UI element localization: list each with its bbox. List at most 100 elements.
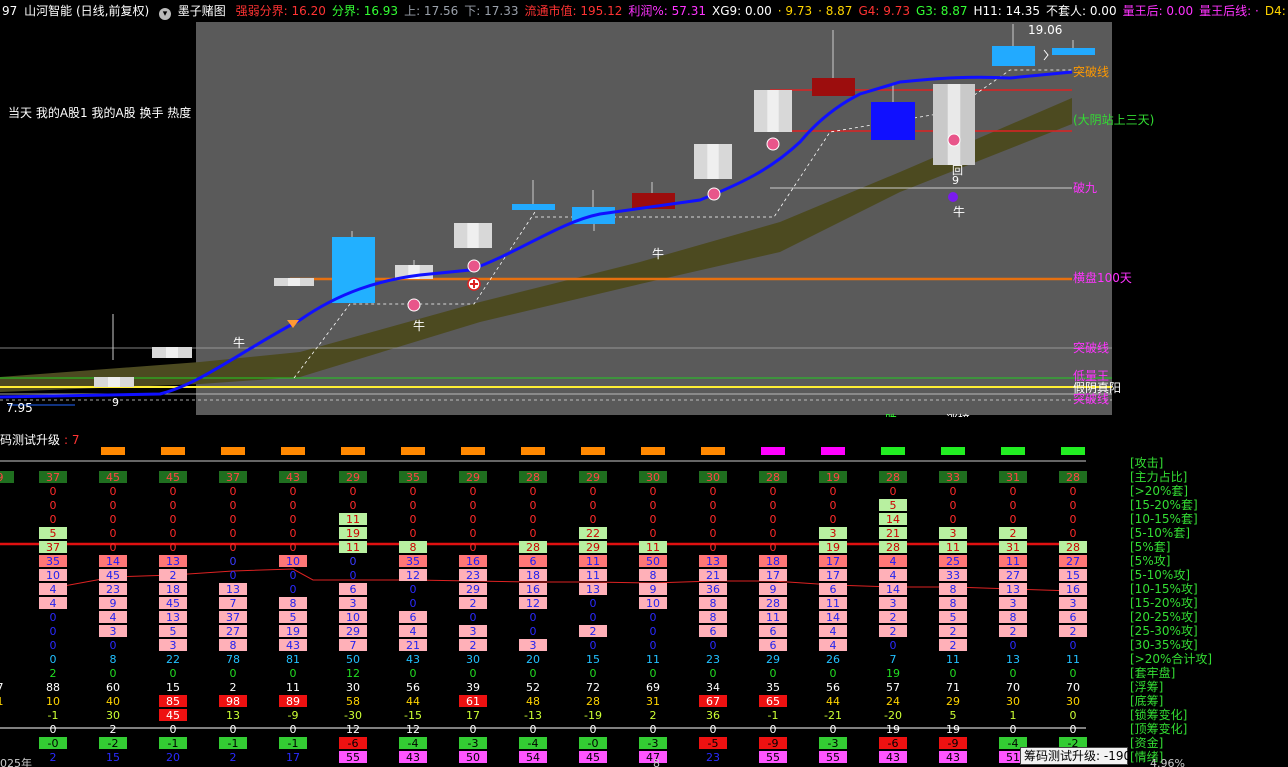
candle-5[interactable] bbox=[454, 223, 492, 248]
table-cell: -1 bbox=[159, 737, 187, 750]
row-label-16: [浮筹] bbox=[1130, 680, 1163, 694]
table-cell: 13 bbox=[579, 583, 607, 596]
svg-text:4: 4 bbox=[890, 569, 897, 582]
svg-text:0: 0 bbox=[590, 485, 597, 498]
svg-text:21: 21 bbox=[706, 569, 720, 582]
table-cell: 11 bbox=[1066, 653, 1080, 666]
header-value-15: D4: 8.33 bbox=[1264, 4, 1288, 18]
candle-11[interactable] bbox=[812, 78, 855, 96]
svg-text:-9: -9 bbox=[768, 737, 779, 750]
svg-text:13: 13 bbox=[226, 709, 240, 722]
candle-9[interactable] bbox=[694, 144, 732, 179]
candle-10[interactable] bbox=[754, 90, 792, 132]
svg-text:0: 0 bbox=[470, 667, 477, 680]
svg-text:6: 6 bbox=[530, 555, 537, 568]
table-cell: 0 bbox=[170, 485, 177, 498]
table-cell: 25 bbox=[939, 555, 967, 568]
table-cell: 0 bbox=[1010, 513, 1017, 526]
svg-text:0: 0 bbox=[1070, 499, 1077, 512]
candle-13[interactable] bbox=[933, 84, 975, 165]
formula-name[interactable]: 墨子赌图 bbox=[178, 4, 226, 18]
table-cell: 0 bbox=[530, 625, 537, 638]
svg-text:43: 43 bbox=[886, 751, 900, 764]
svg-text:15: 15 bbox=[586, 653, 600, 666]
stock-name[interactable]: 山河智能 bbox=[24, 4, 72, 18]
header-value-2: 上: 17.56 bbox=[404, 4, 459, 18]
svg-text:11: 11 bbox=[826, 597, 840, 610]
candle-6[interactable] bbox=[512, 204, 555, 210]
svg-text:17: 17 bbox=[286, 751, 300, 764]
candle-14[interactable] bbox=[992, 46, 1035, 66]
candle-12[interactable] bbox=[871, 102, 915, 140]
candle-15[interactable] bbox=[1052, 48, 1095, 55]
candle-1[interactable] bbox=[152, 347, 192, 358]
table-cell: 18 bbox=[759, 555, 787, 568]
table-cell: 3 bbox=[159, 639, 187, 652]
svg-text:0: 0 bbox=[290, 485, 297, 498]
table-cell: 11 bbox=[579, 569, 607, 582]
svg-text:60: 60 bbox=[106, 681, 120, 694]
svg-text:0: 0 bbox=[590, 499, 597, 512]
attack-marker bbox=[581, 447, 605, 455]
svg-text:29: 29 bbox=[466, 583, 480, 596]
table-cell: 10 bbox=[639, 597, 667, 610]
svg-text:0: 0 bbox=[650, 639, 657, 652]
svg-text:13: 13 bbox=[586, 583, 600, 596]
table-cell: 0 bbox=[110, 499, 117, 512]
svg-text:-19: -19 bbox=[584, 709, 602, 722]
svg-text:-1: -1 bbox=[168, 737, 179, 750]
candle-0[interactable] bbox=[94, 377, 134, 387]
chart-period[interactable]: (日线,前复权) bbox=[76, 4, 149, 18]
svg-text:0: 0 bbox=[470, 485, 477, 498]
svg-text:13: 13 bbox=[1006, 653, 1020, 666]
svg-text:6: 6 bbox=[830, 583, 837, 596]
table-cell: 13 bbox=[159, 611, 187, 624]
limit-up-badge: 涨榜 bbox=[946, 412, 970, 417]
svg-text:72: 72 bbox=[586, 681, 600, 694]
table-cell: 0 bbox=[50, 653, 57, 666]
row-label-17: [底筹] bbox=[1130, 693, 1163, 708]
svg-text:4: 4 bbox=[830, 639, 837, 652]
svg-text:0: 0 bbox=[1070, 709, 1077, 722]
svg-text:45: 45 bbox=[166, 471, 180, 484]
svg-text:0: 0 bbox=[50, 499, 57, 512]
candle-2[interactable] bbox=[274, 278, 314, 286]
table-cell: 30 bbox=[346, 681, 360, 694]
table-cell: 7 bbox=[219, 597, 247, 610]
table-cell: 0 bbox=[710, 499, 717, 512]
price-chart[interactable]: 19.067.95突破线(大阴站上三天)破九横盘100天突破线低量王假阴真阳突破… bbox=[0, 22, 1288, 417]
svg-text:14: 14 bbox=[106, 555, 120, 568]
table-cell: 20 bbox=[526, 653, 540, 666]
chip-indicator-table[interactable]: 9374545374329352928293030281928333128000… bbox=[0, 445, 1288, 767]
svg-text:11: 11 bbox=[946, 653, 960, 666]
pig-signal-icon bbox=[766, 137, 780, 151]
candle-3[interactable] bbox=[332, 237, 375, 303]
svg-text:0: 0 bbox=[830, 667, 837, 680]
table-cell: 13 bbox=[1006, 653, 1020, 666]
dropdown-icon[interactable]: ▾ bbox=[158, 8, 171, 20]
svg-text:18: 18 bbox=[526, 569, 540, 582]
svg-text:4: 4 bbox=[830, 625, 837, 638]
table-cell: 0 bbox=[650, 611, 657, 624]
svg-text:2: 2 bbox=[1010, 625, 1017, 638]
line-label-2: 破九 bbox=[1073, 180, 1097, 195]
table-cell: 29 bbox=[339, 625, 367, 638]
svg-text:2: 2 bbox=[230, 681, 237, 694]
svg-text:2: 2 bbox=[170, 569, 177, 582]
table-cell: -15 bbox=[404, 709, 422, 722]
table-cell: 0 bbox=[1070, 639, 1077, 652]
svg-text:0: 0 bbox=[110, 527, 117, 540]
table-cell: 0 bbox=[410, 527, 417, 540]
table-cell: 45 bbox=[99, 471, 127, 484]
table-cell: 0 bbox=[290, 569, 297, 582]
table-cell: 40 bbox=[106, 695, 120, 708]
nine-marker-0: 9 bbox=[112, 396, 119, 409]
table-cell: 57 bbox=[886, 681, 900, 694]
table-cell: 2 bbox=[1059, 625, 1087, 638]
table-cell: 0 bbox=[1070, 667, 1077, 680]
svg-text:29: 29 bbox=[946, 695, 960, 708]
svg-text:70: 70 bbox=[1006, 681, 1020, 694]
svg-text:0: 0 bbox=[830, 499, 837, 512]
row-label-15: [套牢盘] bbox=[1130, 665, 1175, 680]
svg-text:0: 0 bbox=[530, 513, 537, 526]
